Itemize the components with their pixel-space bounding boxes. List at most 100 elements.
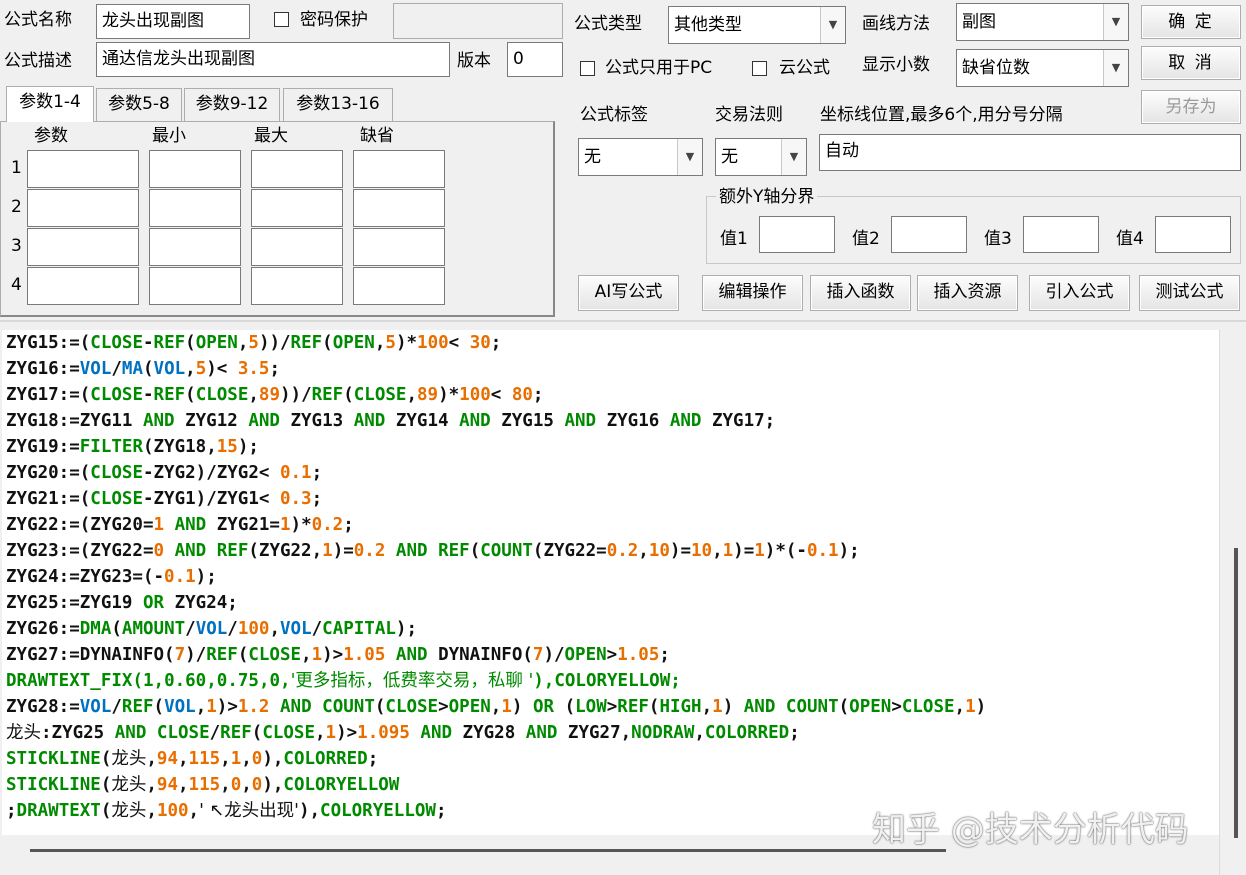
horizontal-scroll-thumb[interactable]: [30, 849, 946, 852]
param-max-2[interactable]: [251, 189, 343, 227]
value4-label: 值4: [1116, 229, 1144, 249]
code-line: 龙头:ZYG25 AND CLOSE/REF(CLOSE,1)>1.095 AN…: [6, 723, 800, 743]
code-line: DRAWTEXT_FIX(1,0.60,0.75,0,'更多指标，低费率交易，私…: [6, 671, 681, 691]
test-formula-button[interactable]: 测试公式: [1139, 275, 1240, 311]
decimal-select[interactable]: 缺省位数 ▼: [956, 49, 1129, 87]
code-line: ;DRAWTEXT(龙头,100,' ↖龙头出现'),COLORYELLOW;: [6, 801, 447, 821]
formula-name-field[interactable]: 龙头出现副图: [96, 4, 250, 39]
coord-lines-label: 坐标线位置,最多6个,用分号分隔: [820, 105, 1063, 125]
insert-resource-button[interactable]: 插入资源: [917, 275, 1018, 311]
param-max-1[interactable]: [251, 150, 343, 188]
code-line: STICKLINE(龙头,94,115,0,0),COLORYELLOW: [6, 775, 400, 795]
formula-tag-select[interactable]: 无 ▼: [578, 138, 703, 176]
code-line: ZYG24:=ZYG23=(-0.1);: [6, 567, 217, 587]
param-name-2[interactable]: [27, 189, 139, 227]
param-min-1[interactable]: [149, 150, 241, 188]
param-max-3[interactable]: [251, 228, 343, 266]
password-checkbox[interactable]: [274, 12, 289, 27]
extra-y-axis-label: 额外Y轴分界: [716, 185, 818, 209]
code-line: ZYG23:=(ZYG22=0 AND REF(ZYG22,1)=0.2 AND…: [6, 541, 860, 561]
chevron-down-icon[interactable]: ▼: [1103, 50, 1128, 86]
tab-params-13-16[interactable]: 参数13-16: [283, 88, 393, 122]
code-line: ZYG21:=(CLOSE-ZYG1)/ZYG1< 0.3;: [6, 489, 323, 509]
divider: [0, 320, 1246, 322]
param-header-min: 最小: [152, 126, 186, 146]
vertical-scroll-thumb[interactable]: [1234, 548, 1238, 838]
param-default-2[interactable]: [353, 189, 445, 227]
trade-rule-select[interactable]: 无 ▼: [715, 138, 807, 176]
chevron-down-icon[interactable]: ▼: [781, 139, 806, 175]
code-line: ZYG22:=(ZYG20=1 AND ZYG21=1)*0.2;: [6, 515, 354, 535]
vertical-scrollbar[interactable]: [1219, 330, 1245, 875]
param-row-number: 3: [11, 236, 22, 256]
param-name-4[interactable]: [27, 267, 139, 305]
version-label: 版本: [457, 51, 491, 71]
cloud-formula-label: 云公式: [779, 58, 830, 78]
coord-lines-field[interactable]: 自动: [819, 134, 1241, 171]
formula-type-select[interactable]: 其他类型 ▼: [668, 6, 846, 44]
param-header-default: 缺省: [360, 126, 394, 146]
pc-only-label: 公式只用于PC: [605, 58, 713, 78]
draw-method-label: 画线方法: [862, 14, 930, 34]
param-min-3[interactable]: [149, 228, 241, 266]
draw-method-select[interactable]: 副图 ▼: [956, 3, 1129, 41]
draw-method-value: 副图: [962, 12, 996, 32]
param-row-number: 1: [11, 158, 22, 178]
chevron-down-icon[interactable]: ▼: [1103, 4, 1128, 40]
version-field[interactable]: 0: [507, 42, 563, 77]
param-default-1[interactable]: [353, 150, 445, 188]
code-line: ZYG20:=(CLOSE-ZYG2)/ZYG2< 0.1;: [6, 463, 323, 483]
edit-operations-button[interactable]: 编辑操作: [702, 275, 803, 311]
trade-rule-value: 无: [721, 147, 738, 167]
code-line: ZYG19:=FILTER(ZYG18,15);: [6, 437, 259, 457]
value3-field[interactable]: [1023, 216, 1099, 253]
param-max-4[interactable]: [251, 267, 343, 305]
decimal-label: 显示小数: [862, 55, 930, 75]
code-line: ZYG15:=(CLOSE-REF(OPEN,5))/REF(OPEN,5)*1…: [6, 333, 502, 353]
code-line: ZYG17:=(CLOSE-REF(CLOSE,89))/REF(CLOSE,8…: [6, 385, 544, 405]
watermark: 知乎 @技术分析代码: [872, 810, 1189, 850]
ai-write-formula-button[interactable]: AI写公式: [578, 275, 679, 311]
param-min-2[interactable]: [149, 189, 241, 227]
cancel-button[interactable]: 取 消: [1141, 46, 1241, 80]
param-row-number: 4: [11, 275, 22, 295]
param-name-3[interactable]: [27, 228, 139, 266]
password-field[interactable]: [393, 3, 563, 39]
code-line: ZYG16:=VOL/MA(VOL,5)< 3.5;: [6, 359, 281, 379]
formula-type-value: 其他类型: [674, 15, 742, 35]
pc-only-checkbox[interactable]: [580, 61, 595, 76]
cloud-formula-checkbox[interactable]: [752, 61, 767, 76]
import-formula-button[interactable]: 引入公式: [1029, 275, 1130, 311]
code-line: ZYG27:=DYNAINFO(7)/REF(CLOSE,1)>1.05 AND…: [6, 645, 670, 665]
chevron-down-icon[interactable]: ▼: [820, 7, 845, 43]
param-header-max: 最大: [254, 126, 288, 146]
chevron-down-icon[interactable]: ▼: [677, 139, 702, 175]
param-header-name: 参数: [34, 126, 68, 146]
formula-tag-label: 公式标签: [580, 105, 648, 125]
value4-field[interactable]: [1155, 216, 1231, 253]
code-line: ZYG18:=ZYG11 AND ZYG12 AND ZYG13 AND ZYG…: [6, 411, 776, 431]
param-name-1[interactable]: [27, 150, 139, 188]
value2-field[interactable]: [891, 216, 967, 253]
param-row-number: 2: [11, 197, 22, 217]
password-label: 密码保护: [300, 10, 368, 30]
tab-params-5-8[interactable]: 参数5-8: [96, 88, 182, 122]
param-default-4[interactable]: [353, 267, 445, 305]
formula-desc-label: 公式描述: [4, 51, 72, 71]
code-editor[interactable]: ZYG15:=(CLOSE-REF(OPEN,5))/REF(OPEN,5)*1…: [2, 330, 1219, 835]
formula-name-label: 公式名称: [4, 10, 72, 30]
code-line: ZYG28:=VOL/REF(VOL,1)>1.2 AND COUNT(CLOS…: [6, 697, 987, 717]
insert-function-button[interactable]: 插入函数: [810, 275, 911, 311]
value1-field[interactable]: [759, 216, 835, 253]
decimal-value: 缺省位数: [962, 58, 1030, 78]
tab-params-1-4[interactable]: 参数1-4: [6, 86, 94, 122]
tab-params-9-12[interactable]: 参数9-12: [184, 88, 280, 122]
ok-button[interactable]: 确 定: [1141, 5, 1241, 39]
code-line: STICKLINE(龙头,94,115,1,0),COLORRED;: [6, 749, 379, 769]
formula-desc-field[interactable]: 通达信龙头出现副图: [96, 42, 450, 77]
param-default-3[interactable]: [353, 228, 445, 266]
trade-rule-label: 交易法则: [715, 105, 783, 125]
param-min-4[interactable]: [149, 267, 241, 305]
value2-label: 值2: [852, 229, 880, 249]
value1-label: 值1: [720, 229, 748, 249]
